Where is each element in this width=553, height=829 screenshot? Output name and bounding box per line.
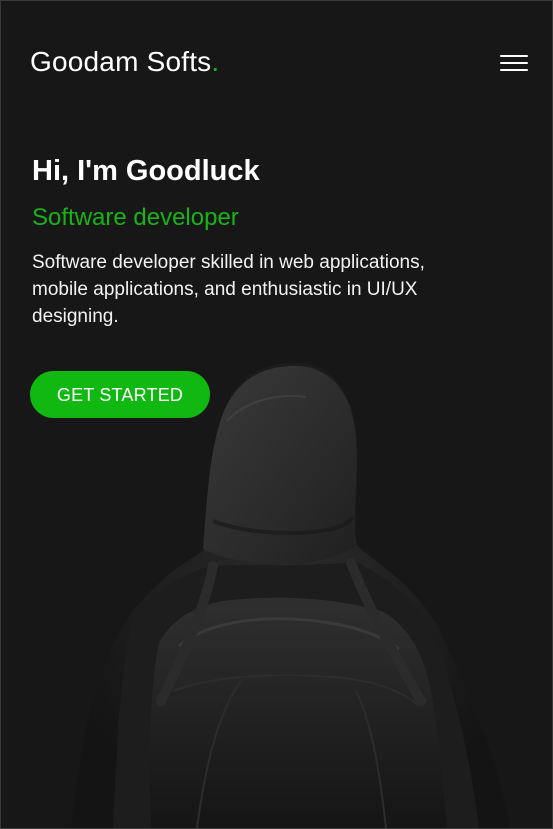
menu-line	[500, 55, 528, 57]
top-navbar: Goodam Softs.	[30, 41, 529, 87]
hero-subtitle: Software developer	[32, 204, 239, 231]
brand-dot: .	[211, 46, 220, 77]
get-started-button[interactable]: GET STARTED	[30, 371, 210, 418]
landing-page: Goodam Softs. Hi, I'm Goodluck Software …	[0, 0, 553, 829]
hamburger-menu-icon[interactable]	[500, 51, 529, 75]
hero-description: Software developer skilled in web applic…	[32, 252, 425, 327]
menu-line	[500, 69, 528, 71]
menu-line	[500, 62, 528, 64]
hero-content: Hi, I'm Goodluck Software developer Soft…	[32, 147, 462, 330]
brand-name: Goodam Softs	[30, 46, 212, 77]
hero-headline: Hi, I'm Goodluck	[32, 155, 260, 187]
brand-logo[interactable]: Goodam Softs.	[30, 46, 219, 78]
